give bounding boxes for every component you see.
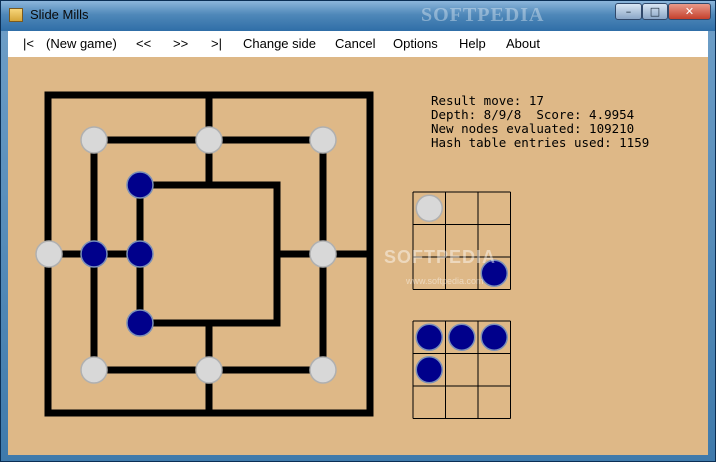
piece-white-5 [195, 356, 223, 384]
piece-white-6 [80, 356, 108, 384]
menu-help[interactable]: Help [459, 36, 486, 51]
blue-reserve-piece-0 [415, 323, 443, 351]
blue-reserve-piece-3 [415, 356, 443, 384]
piece-blue-9 [126, 171, 154, 199]
app-window: Slide Mills SOFTPEDIA – □ ✕ |< (New game… [0, 0, 716, 462]
maximize-button[interactable]: □ [642, 3, 668, 20]
menu-first-move[interactable]: |< [23, 36, 34, 51]
info-depth-score: Depth: 8/9/8 Score: 4.9954 [431, 107, 635, 122]
menu-last-move[interactable]: >| [211, 36, 222, 51]
menu-new-game[interactable]: (New game) [46, 36, 117, 51]
menu-about[interactable]: About [506, 36, 540, 51]
info-hash: Hash table entries used: 1159 [431, 135, 650, 150]
ring-2 [136, 181, 281, 327]
info-nodes: New nodes evaluated: 109210 [431, 121, 635, 136]
piece-white-7 [35, 240, 63, 268]
minimize-button[interactable]: – [615, 3, 642, 20]
menu-options[interactable]: Options [393, 36, 438, 51]
piece-white-0 [80, 126, 108, 154]
piece-white-1 [195, 126, 223, 154]
title-bar[interactable]: Slide Mills SOFTPEDIA – □ ✕ [1, 1, 715, 31]
blue-reserve-piece-2 [480, 323, 508, 351]
menu-forward[interactable]: >> [173, 36, 188, 51]
piece-white-2 [309, 126, 337, 154]
piece-blue-8 [80, 240, 108, 268]
app-icon [9, 8, 23, 22]
window-title: Slide Mills [30, 7, 89, 22]
engine-info: Result move: 17 Depth: 8/9/8 Score: 4.995… [431, 94, 649, 150]
white-reserve-piece-0 [415, 194, 443, 222]
close-button[interactable]: ✕ [668, 3, 711, 20]
softpedia-watermark: SOFTPEDIA [384, 247, 497, 267]
piece-white-4 [309, 356, 337, 384]
menu-cancel[interactable]: Cancel [335, 36, 375, 51]
piece-blue-11 [126, 309, 154, 337]
softpedia-url-watermark: www.softpedia.com [406, 276, 484, 286]
info-result-move: Result move: 17 [431, 93, 544, 108]
reserve-grids [412, 191, 511, 419]
menu-back[interactable]: << [136, 36, 151, 51]
titlebar-watermark: SOFTPEDIA [421, 4, 545, 26]
piece-white-3 [309, 240, 337, 268]
menu-bar: |< (New game) << >> >| Change side Cance… [8, 31, 708, 58]
blue-reserve-piece-1 [448, 323, 476, 351]
menu-change-side[interactable]: Change side [243, 36, 316, 51]
piece-blue-10 [126, 240, 154, 268]
game-area: Result move: 17 Depth: 8/9/8 Score: 4.995… [8, 57, 708, 455]
